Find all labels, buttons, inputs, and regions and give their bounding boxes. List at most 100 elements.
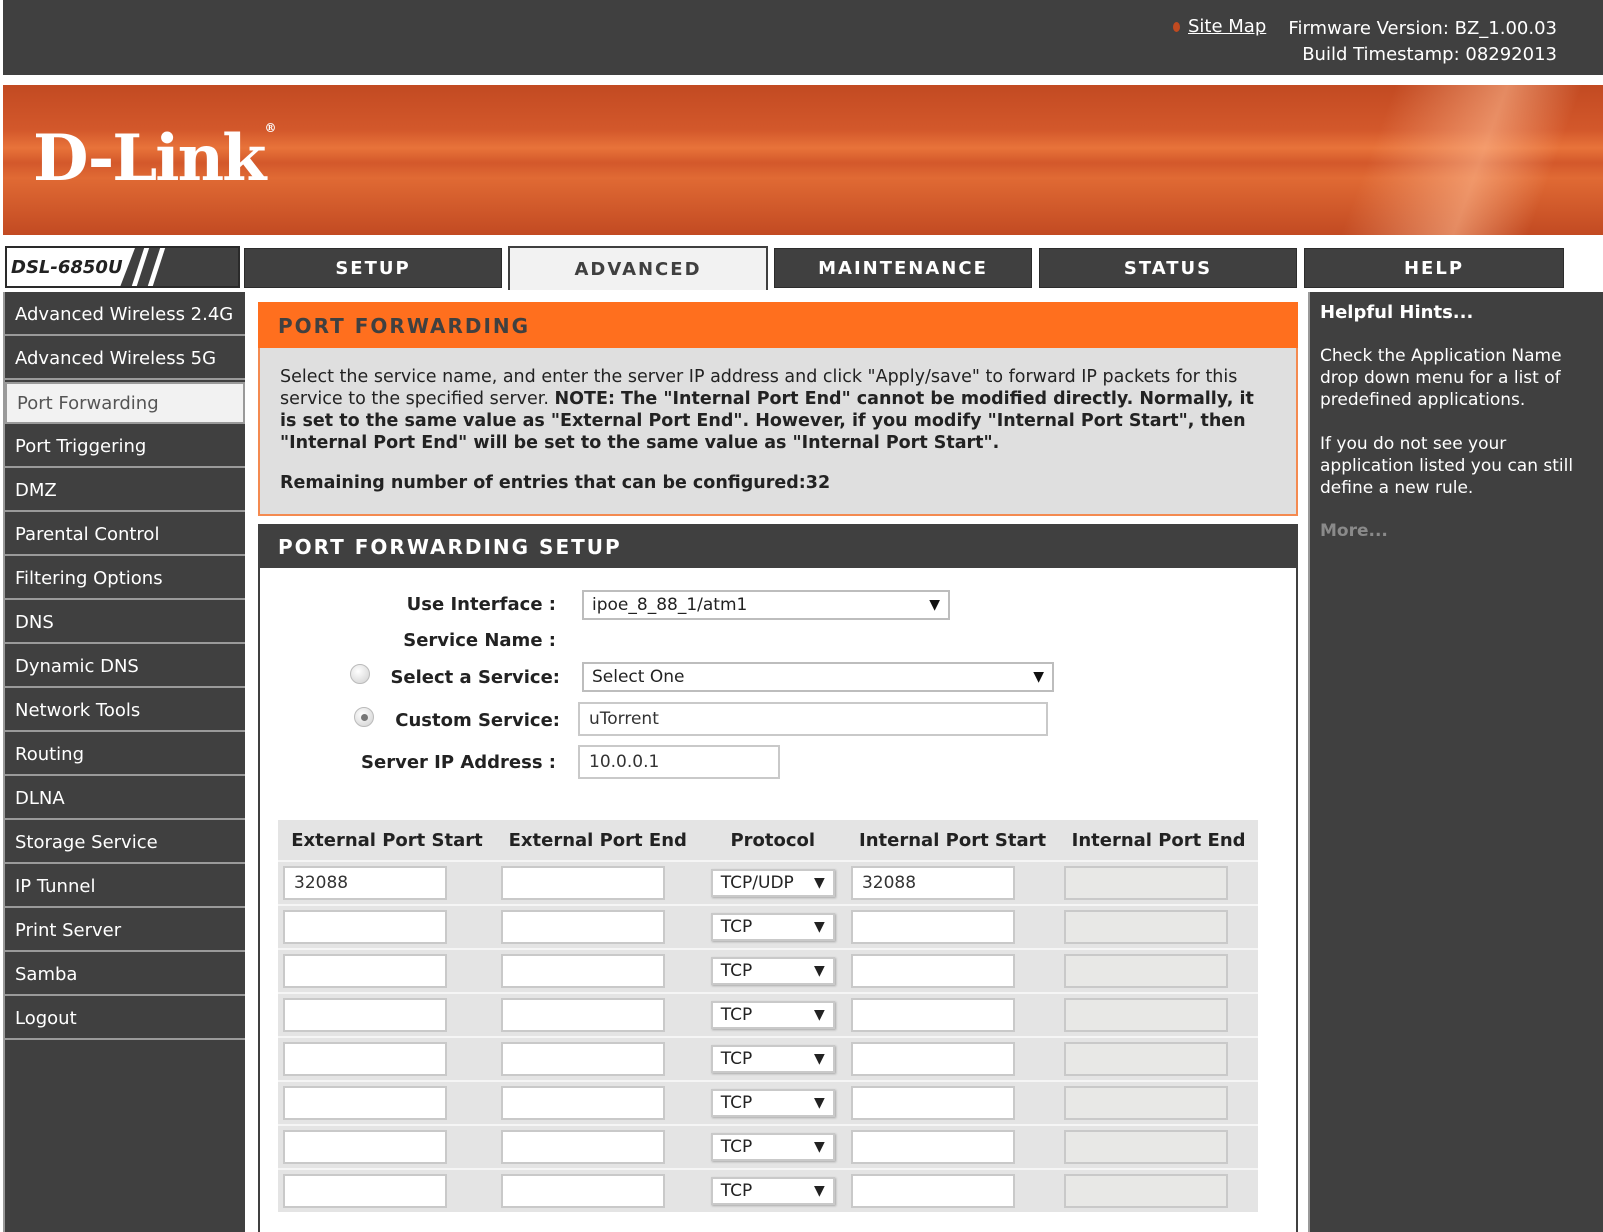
internal-port-end-input bbox=[1064, 1086, 1229, 1120]
protocol-select[interactable]: TCP ▼ bbox=[710, 1133, 835, 1161]
internal-port-start-input[interactable] bbox=[850, 1174, 1015, 1208]
hints-text-2: If you do not see your application liste… bbox=[1320, 434, 1574, 498]
protocol-select[interactable]: TCP ▼ bbox=[710, 1089, 835, 1117]
dropdown-arrow-icon: ▼ bbox=[813, 1139, 825, 1155]
sidebar-item-dlna[interactable]: DLNA bbox=[5, 778, 245, 820]
tab-status[interactable]: STATUS bbox=[1039, 248, 1297, 288]
sidebar-item-network-tools[interactable]: Network Tools bbox=[5, 690, 245, 732]
internal-port-start-input[interactable] bbox=[850, 954, 1015, 988]
internal-port-end-input bbox=[1064, 1174, 1229, 1208]
sidebar-item-dmz[interactable]: DMZ bbox=[5, 470, 245, 512]
col-external-port-end: External Port End bbox=[496, 820, 700, 860]
firmware-version: Firmware Version: BZ_1.00.03 bbox=[1288, 18, 1557, 39]
site-map-label: Site Map bbox=[1188, 16, 1267, 37]
sidebar-item-port-forwarding[interactable]: Port Forwarding bbox=[5, 382, 245, 424]
external-port-start-input[interactable] bbox=[283, 1174, 447, 1208]
internal-port-end-input bbox=[1064, 910, 1229, 944]
hints-text-1: Check the Application Name drop down men… bbox=[1320, 346, 1562, 410]
use-interface-select[interactable]: ipoe_8_88_1/atm1 ▼ bbox=[582, 590, 950, 620]
internal-port-start-input[interactable] bbox=[850, 910, 1015, 944]
sidebar-item-port-triggering[interactable]: Port Triggering bbox=[5, 426, 245, 468]
dropdown-arrow-icon: ▼ bbox=[813, 1051, 825, 1067]
port-forwarding-info: Select the service name, and enter the s… bbox=[258, 348, 1298, 516]
sidebar-item-ip-tunnel[interactable]: IP Tunnel bbox=[5, 866, 245, 908]
tab-setup[interactable]: SETUP bbox=[244, 248, 502, 288]
internal-port-start-input[interactable]: 32088 bbox=[850, 866, 1015, 900]
select-service-dropdown[interactable]: Select One ▼ bbox=[582, 662, 1054, 692]
protocol-select[interactable]: TCP ▼ bbox=[710, 1045, 835, 1073]
service-name-label: Service Name : bbox=[403, 630, 556, 651]
tab-help[interactable]: HELP bbox=[1304, 248, 1564, 288]
table-row: TCP ▼ bbox=[278, 992, 1258, 1036]
internal-port-start-input[interactable] bbox=[850, 1086, 1015, 1120]
sidebar-item-storage-service[interactable]: Storage Service bbox=[5, 822, 245, 864]
protocol-select[interactable]: TCP ▼ bbox=[710, 1001, 835, 1029]
protocol-select[interactable]: TCP ▼ bbox=[710, 913, 835, 941]
dropdown-arrow-icon: ▼ bbox=[1033, 669, 1044, 685]
table-row: TCP ▼ bbox=[278, 904, 1258, 948]
model-name: DSL-6850U bbox=[11, 257, 123, 278]
remaining-entries: Remaining number of entries that can be … bbox=[280, 473, 831, 493]
dropdown-arrow-icon: ▼ bbox=[813, 1095, 825, 1111]
external-port-start-input[interactable] bbox=[283, 910, 447, 944]
external-port-end-input[interactable] bbox=[501, 866, 665, 900]
protocol-select[interactable]: TCP/UDP ▼ bbox=[710, 869, 835, 897]
dropdown-arrow-icon: ▼ bbox=[813, 1007, 825, 1023]
sidebar-item-print-server[interactable]: Print Server bbox=[5, 910, 245, 952]
sidebar-item-dynamic-dns[interactable]: Dynamic DNS bbox=[5, 646, 245, 688]
sidebar-item-logout[interactable]: Logout bbox=[5, 998, 245, 1040]
custom-service-input[interactable]: uTorrent bbox=[578, 702, 1048, 736]
sidebar-item-advanced-wireless-24g[interactable]: Advanced Wireless 2.4G bbox=[5, 294, 245, 336]
sidebar: Advanced Wireless 2.4G Advanced Wireless… bbox=[3, 292, 245, 1232]
internal-port-end-input bbox=[1064, 1042, 1229, 1076]
table-row: TCP ▼ bbox=[278, 948, 1258, 992]
external-port-start-input[interactable]: 32088 bbox=[283, 866, 447, 900]
protocol-select[interactable]: TCP ▼ bbox=[710, 1177, 835, 1205]
sidebar-item-dns[interactable]: DNS bbox=[5, 602, 245, 644]
tab-maintenance[interactable]: MAINTENANCE bbox=[774, 248, 1032, 288]
sidebar-item-advanced-wireless-5g[interactable]: Advanced Wireless 5G bbox=[5, 338, 245, 380]
sidebar-item-parental-control[interactable]: Parental Control bbox=[5, 514, 245, 556]
sidebar-item-routing[interactable]: Routing bbox=[5, 734, 245, 776]
table-row: TCP ▼ bbox=[278, 1168, 1258, 1212]
build-timestamp: Build Timestamp: 08292013 bbox=[1302, 44, 1557, 65]
external-port-start-input[interactable] bbox=[283, 954, 447, 988]
hints-title: Helpful Hints... bbox=[1320, 302, 1474, 323]
external-port-start-input[interactable] bbox=[283, 1130, 447, 1164]
internal-port-start-input[interactable] bbox=[850, 1130, 1015, 1164]
external-port-end-input[interactable] bbox=[501, 1086, 665, 1120]
col-internal-port-start: Internal Port Start bbox=[845, 820, 1060, 860]
table-row: TCP ▼ bbox=[278, 1036, 1258, 1080]
external-port-end-input[interactable] bbox=[501, 1130, 665, 1164]
sidebar-item-filtering-options[interactable]: Filtering Options bbox=[5, 558, 245, 600]
external-port-start-input[interactable] bbox=[283, 1086, 447, 1120]
table-header-row: External Port Start External Port End Pr… bbox=[278, 820, 1258, 860]
dropdown-arrow-icon: ▼ bbox=[813, 1183, 825, 1199]
external-port-end-input[interactable] bbox=[501, 998, 665, 1032]
protocol-select[interactable]: TCP ▼ bbox=[710, 957, 835, 985]
col-internal-port-end: Internal Port End bbox=[1059, 820, 1258, 860]
internal-port-start-input[interactable] bbox=[850, 1042, 1015, 1076]
external-port-start-input[interactable] bbox=[283, 1042, 447, 1076]
more-link[interactable]: More... bbox=[1320, 521, 1388, 541]
external-port-end-input[interactable] bbox=[501, 954, 665, 988]
sidebar-item-samba[interactable]: Samba bbox=[5, 954, 245, 996]
select-service-label: Select a Service: bbox=[390, 667, 560, 688]
external-port-end-input[interactable] bbox=[501, 1042, 665, 1076]
table-row: TCP ▼ bbox=[278, 1124, 1258, 1168]
top-bar: Site Map Firmware Version: BZ_1.00.03 Bu… bbox=[3, 0, 1603, 75]
dropdown-arrow-icon: ▼ bbox=[813, 963, 825, 979]
site-map-link[interactable]: Site Map bbox=[1173, 16, 1266, 37]
tab-advanced[interactable]: ADVANCED bbox=[508, 246, 768, 290]
external-port-end-input[interactable] bbox=[501, 910, 665, 944]
server-ip-input[interactable]: 10.0.0.1 bbox=[578, 745, 780, 779]
dropdown-arrow-icon: ▼ bbox=[813, 875, 825, 891]
firmware-info: Firmware Version: BZ_1.00.03 Build Times… bbox=[1288, 16, 1557, 68]
internal-port-end-input bbox=[1064, 1130, 1229, 1164]
dropdown-arrow-icon: ▼ bbox=[929, 597, 940, 613]
external-port-end-input[interactable] bbox=[501, 1174, 665, 1208]
internal-port-start-input[interactable] bbox=[850, 998, 1015, 1032]
external-port-start-input[interactable] bbox=[283, 998, 447, 1032]
dropdown-arrow-icon: ▼ bbox=[813, 919, 825, 935]
model-badge: DSL-6850U bbox=[5, 246, 240, 288]
